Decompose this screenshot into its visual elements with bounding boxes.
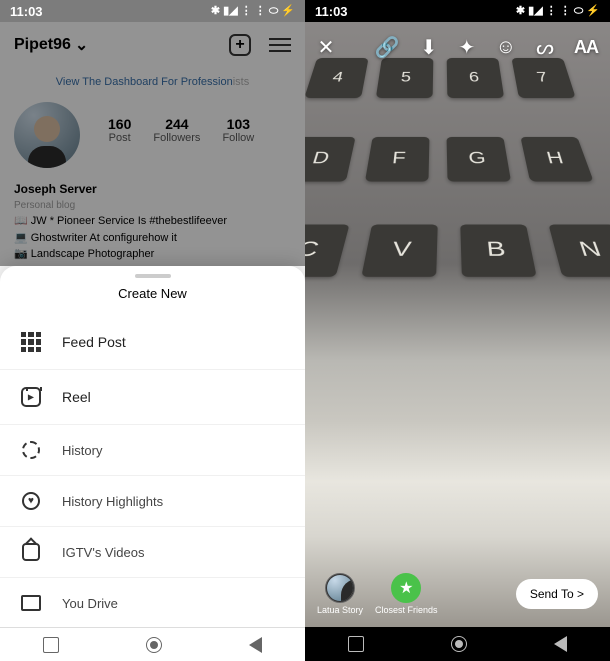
status-bar: 11:03 ✱ ▮◢ ⋮ ⋮ ⬭ ⚡ bbox=[305, 0, 610, 22]
igtv-icon bbox=[20, 541, 42, 563]
android-nav-bar bbox=[305, 627, 610, 661]
android-nav-bar bbox=[0, 627, 305, 661]
following-stat[interactable]: 103 Follow bbox=[222, 116, 254, 168]
close-icon[interactable]: ✕ bbox=[317, 34, 335, 60]
profile-dimmed-area: Pipet96 ⌄ + View The Dashboard For Profe… bbox=[0, 22, 305, 266]
close-friends-button[interactable]: ★ Closest Friends bbox=[375, 573, 438, 615]
profile-avatar[interactable] bbox=[14, 102, 80, 168]
bio: Joseph Server Personal blog 📖 JW * Pione… bbox=[0, 180, 305, 263]
username-dropdown[interactable]: Pipet96 ⌄ bbox=[14, 35, 88, 55]
sticker-icon[interactable]: ☺ bbox=[496, 34, 516, 60]
back-button[interactable] bbox=[554, 636, 567, 652]
profile-header: Pipet96 ⌄ + bbox=[0, 22, 305, 68]
status-time: 11:03 bbox=[315, 4, 348, 19]
story-editor-canvas[interactable]: 4567 DFGH CVBN ✕ 🔗 ⬇ ✦ ☺ ᔕ AA Latua Stor… bbox=[305, 22, 610, 627]
bg-keyboard-row: 4567 bbox=[305, 58, 576, 98]
star-icon: ★ bbox=[391, 573, 421, 603]
dashboard-link[interactable]: View The Dashboard For Professionists bbox=[0, 68, 305, 96]
create-icon[interactable]: + bbox=[229, 34, 251, 56]
text-icon[interactable]: AA bbox=[574, 34, 598, 60]
history-icon bbox=[20, 439, 42, 461]
your-story-button[interactable]: Latua Story bbox=[317, 573, 363, 615]
drive-icon bbox=[20, 592, 42, 614]
create-history[interactable]: History bbox=[0, 425, 305, 476]
recent-apps-button[interactable] bbox=[348, 636, 364, 652]
draw-icon[interactable]: ᔕ bbox=[536, 34, 554, 60]
send-to-button[interactable]: Send To > bbox=[516, 579, 598, 609]
download-icon[interactable]: ⬇ bbox=[420, 34, 438, 60]
story-toolbar: ✕ 🔗 ⬇ ✦ ☺ ᔕ AA bbox=[305, 34, 610, 60]
menu-icon[interactable] bbox=[269, 38, 291, 52]
effects-icon[interactable]: ✦ bbox=[458, 34, 476, 60]
bg-keyboard-row: DFGH bbox=[305, 137, 594, 182]
sheet-title: Create New bbox=[0, 282, 305, 315]
chevron-down-icon: ⌄ bbox=[75, 35, 88, 55]
grid-icon bbox=[20, 331, 42, 353]
sheet-grabber[interactable] bbox=[135, 274, 171, 278]
create-highlights[interactable]: History Highlights bbox=[0, 476, 305, 527]
right-phone: 11:03 ✱ ▮◢ ⋮ ⋮ ⬭ ⚡ 4567 DFGH CVBN ✕ 🔗 ⬇ … bbox=[305, 0, 610, 661]
followers-stat[interactable]: 244 Followers bbox=[153, 116, 200, 168]
link-icon[interactable]: 🔗 bbox=[375, 34, 400, 60]
status-icons: ✱ ▮◢ ⋮ ⋮ ⬭ ⚡ bbox=[211, 4, 295, 18]
posts-stat[interactable]: 160 Post bbox=[108, 116, 131, 168]
create-feed-post[interactable]: Feed Post bbox=[0, 315, 305, 370]
create-drive[interactable]: You Drive bbox=[0, 578, 305, 629]
status-bar: 11:03 ✱ ▮◢ ⋮ ⋮ ⬭ ⚡ bbox=[0, 0, 305, 22]
story-share-bar: Latua Story ★ Closest Friends Send To > bbox=[305, 573, 610, 615]
status-icons: ✱ ▮◢ ⋮ ⋮ ⬭ ⚡ bbox=[516, 4, 600, 18]
highlights-icon bbox=[20, 490, 42, 512]
stats-row: 160 Post 244 Followers 103 Follow bbox=[108, 116, 254, 168]
back-button[interactable] bbox=[249, 637, 262, 653]
status-time: 11:03 bbox=[10, 4, 43, 19]
bg-keyboard-row: CVBN bbox=[305, 225, 610, 277]
reel-icon bbox=[20, 386, 42, 408]
left-phone: 11:03 ✱ ▮◢ ⋮ ⋮ ⬭ ⚡ Pipet96 ⌄ + View The … bbox=[0, 0, 305, 661]
create-sheet: Create New Feed Post Reel History Histor… bbox=[0, 266, 305, 627]
create-igtv[interactable]: IGTV's Videos bbox=[0, 527, 305, 578]
recent-apps-button[interactable] bbox=[43, 637, 59, 653]
avatar-icon bbox=[325, 573, 355, 603]
home-button[interactable] bbox=[146, 637, 162, 653]
home-button[interactable] bbox=[451, 636, 467, 652]
create-reel[interactable]: Reel bbox=[0, 370, 305, 425]
